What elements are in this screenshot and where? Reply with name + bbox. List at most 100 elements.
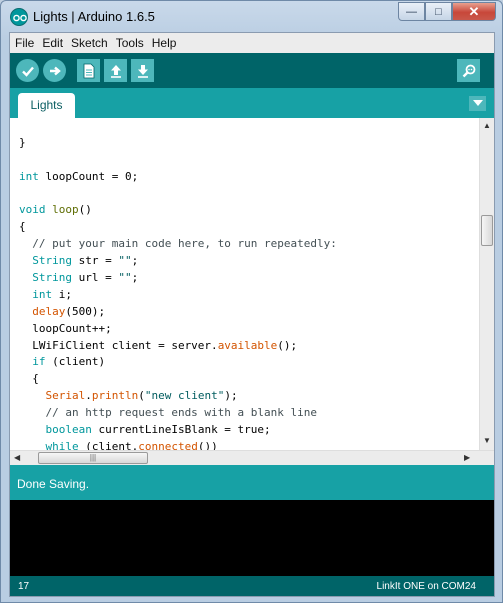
board-port-info: LinkIt ONE on COM24 <box>376 581 476 592</box>
code-token: if <box>32 355 46 369</box>
save-icon <box>137 64 148 78</box>
code-token: boolean <box>45 423 92 437</box>
menu-file[interactable]: File <box>14 36 35 50</box>
code-token: available <box>217 338 278 352</box>
code-token: ( <box>138 389 145 403</box>
new-icon <box>83 63 94 78</box>
code-token: String <box>32 254 72 268</box>
code-token: (); <box>277 338 298 352</box>
code-token: currentLineIsBlank = true; <box>91 423 271 437</box>
code-token: ); <box>224 389 238 403</box>
code-token: // an http request ends with a blank lin… <box>19 406 318 420</box>
code-line[interactable]: int loopCount = 0; <box>19 169 479 186</box>
menu-tools[interactable]: Tools <box>115 36 145 50</box>
window-controls: — □ ✕ <box>398 2 496 22</box>
code-line[interactable]: void loop() <box>19 202 479 219</box>
serial-monitor-button[interactable] <box>457 59 480 82</box>
menu-edit[interactable]: Edit <box>41 36 64 50</box>
code-token: } <box>19 135 26 149</box>
upload-icon <box>49 66 61 75</box>
code-line[interactable]: delay(500); <box>19 304 479 321</box>
scroll-up-arrow-icon[interactable]: ▲ <box>483 121 491 130</box>
menu-sketch[interactable]: Sketch <box>70 36 109 50</box>
code-token: url = <box>72 271 119 285</box>
scroll-down-arrow-icon[interactable]: ▼ <box>483 436 491 445</box>
code-line[interactable]: String url = ""; <box>19 270 479 287</box>
code-token: String <box>32 271 72 285</box>
status-message: Done Saving. <box>17 477 90 491</box>
code-line[interactable] <box>19 186 479 203</box>
code-token: "" <box>118 271 132 285</box>
scroll-left-arrow-icon[interactable]: ◀ <box>14 453 20 462</box>
menu-help[interactable]: Help <box>151 36 178 50</box>
code-token: i; <box>52 287 72 301</box>
arduino-window: Lights | Arduino 1.6.5 — □ ✕ File Edit S… <box>0 0 503 603</box>
code-line[interactable]: loopCount++; <box>19 321 479 338</box>
client-area: File Edit Sketch Tools Help Lights} int… <box>9 32 495 597</box>
open-button[interactable] <box>104 59 127 82</box>
vertical-scrollbar[interactable]: ▲ ▼ <box>479 118 494 450</box>
line-number: 17 <box>18 581 30 592</box>
code-line[interactable] <box>19 152 479 169</box>
code-line[interactable]: { <box>19 219 479 236</box>
save-button[interactable] <box>131 59 154 82</box>
code-token: delay <box>32 304 66 318</box>
code-token: int <box>32 287 53 301</box>
code-editor[interactable]: } int loopCount = 0; void loop(){ // put y… <box>10 118 494 465</box>
scroll-right-arrow-icon[interactable]: ▶ <box>464 453 470 462</box>
minimize-button[interactable]: — <box>398 2 425 21</box>
code-token: loopCount = 0; <box>38 169 139 183</box>
horizontal-scrollbar[interactable]: ◀ ||| ▶ <box>10 450 494 465</box>
window-title: Lights | Arduino 1.6.5 <box>33 9 155 24</box>
console-output[interactable] <box>10 500 494 576</box>
tab-menu-button[interactable] <box>469 96 486 111</box>
code-line[interactable]: { <box>19 371 479 388</box>
tab-lights[interactable]: Lights <box>18 93 75 118</box>
code-line[interactable]: if (client) <box>19 354 479 371</box>
maximize-button[interactable]: □ <box>425 2 452 21</box>
code-token: str = <box>72 254 119 268</box>
close-button[interactable]: ✕ <box>452 2 496 21</box>
code-line[interactable]: int i; <box>19 287 479 304</box>
code-token: "" <box>118 254 132 268</box>
code-token: (client) <box>45 355 106 369</box>
status-bar: Done Saving. <box>10 465 494 500</box>
chevron-down-icon <box>472 100 483 106</box>
verify-button[interactable] <box>16 59 39 82</box>
code-line[interactable] <box>19 118 479 135</box>
new-button[interactable] <box>77 59 100 82</box>
code-line[interactable]: // an http request ends with a blank lin… <box>19 405 479 422</box>
code-line[interactable]: } <box>19 135 479 152</box>
code-line[interactable]: LWiFiClient client = server.available(); <box>19 338 479 355</box>
open-icon <box>110 64 121 78</box>
code-token: ; <box>131 271 139 285</box>
code-token: { <box>19 220 26 234</box>
verify-icon <box>21 66 34 77</box>
code-text[interactable]: } int loopCount = 0; void loop(){ // put y… <box>19 118 479 456</box>
code-token: "new client" <box>144 389 225 403</box>
code-line[interactable]: String str = ""; <box>19 253 479 270</box>
footer-bar: 17 LinkIt ONE on COM24 <box>10 576 494 596</box>
code-token: int <box>19 169 39 183</box>
code-token: loopCount++; <box>19 321 112 335</box>
code-token: ; <box>131 254 139 268</box>
code-line[interactable]: // put your main code here, to run repea… <box>19 236 479 253</box>
vertical-scroll-thumb[interactable] <box>481 215 493 246</box>
code-token: Serial <box>45 389 86 403</box>
code-line[interactable]: Serial.println("new client"); <box>19 388 479 405</box>
serial-monitor-icon <box>462 64 475 77</box>
tab-bar: Lights <box>10 88 494 118</box>
title-bar[interactable]: Lights | Arduino 1.6.5 — □ ✕ <box>1 1 502 33</box>
upload-button[interactable] <box>43 59 66 82</box>
code-token: LWiFiClient client = server. <box>19 338 218 352</box>
code-line[interactable]: boolean currentLineIsBlank = true; <box>19 422 479 439</box>
code-token: . <box>85 389 92 403</box>
horizontal-scroll-thumb[interactable]: ||| <box>38 452 148 464</box>
menu-bar: File Edit Sketch Tools Help <box>10 33 494 53</box>
code-token: { <box>19 372 39 386</box>
